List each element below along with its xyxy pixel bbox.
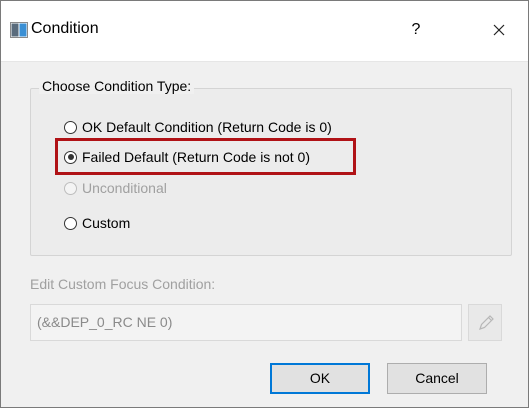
radio-label: Unconditional bbox=[82, 180, 167, 196]
close-button[interactable] bbox=[481, 16, 517, 44]
custom-condition-field: (&&DEP_0_RC NE 0) bbox=[30, 304, 462, 341]
condition-dialog: Condition ? Choose Condition Type: OK De… bbox=[0, 0, 529, 408]
title-bar: Condition ? bbox=[1, 1, 528, 62]
radio-custom[interactable]: Custom bbox=[64, 213, 130, 233]
help-button[interactable]: ? bbox=[401, 18, 431, 42]
radio-label: OK Default Condition (Return Code is 0) bbox=[82, 119, 332, 135]
close-icon bbox=[493, 24, 505, 36]
cancel-button[interactable]: Cancel bbox=[387, 363, 487, 394]
radio-button[interactable] bbox=[64, 216, 77, 230]
custom-condition-label: Edit Custom Focus Condition: bbox=[30, 276, 216, 292]
radio-button-disabled bbox=[64, 181, 77, 195]
group-title: Choose Condition Type: bbox=[39, 78, 195, 94]
radio-button[interactable] bbox=[64, 120, 77, 134]
radio-ok-default[interactable]: OK Default Condition (Return Code is 0) bbox=[64, 117, 332, 137]
pencil-icon bbox=[479, 315, 494, 330]
dialog-app-icon bbox=[10, 22, 28, 38]
radio-label: Custom bbox=[82, 215, 131, 231]
highlight-annotation bbox=[55, 138, 356, 175]
edit-condition-button bbox=[468, 304, 502, 341]
window-title: Condition bbox=[31, 20, 99, 37]
ok-button[interactable]: OK bbox=[270, 363, 370, 394]
radio-unconditional: Unconditional bbox=[64, 178, 167, 198]
